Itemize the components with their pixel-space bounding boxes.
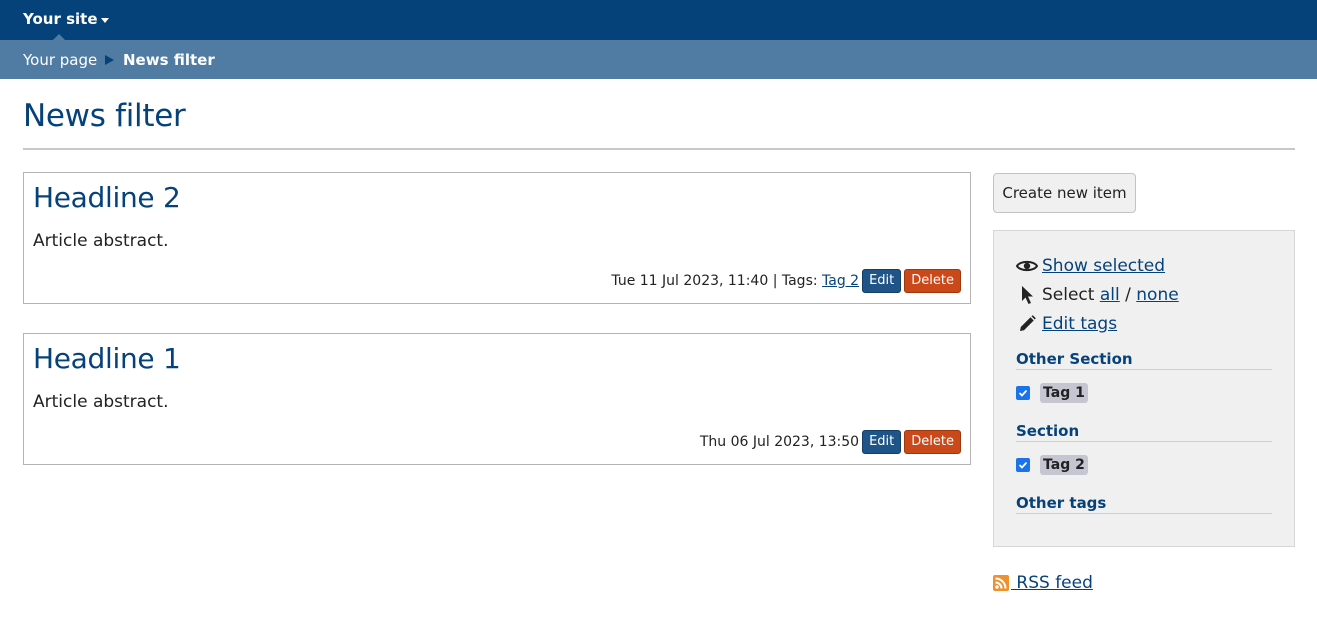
tag-label[interactable]: Tag 2 [1040,455,1088,475]
tag-checkbox[interactable] [1016,458,1030,472]
show-selected-link[interactable]: Show selected [1042,256,1165,276]
article-abstract: Article abstract. [33,231,169,251]
select-all-link[interactable]: all [1100,285,1120,305]
top-navigation-bar: Your site [0,0,1317,40]
breadcrumb: Your page News filter [0,40,1317,119]
edit-button[interactable]: Edit [862,269,902,293]
article-card: Headline 2 Article abstract. Tue 11 Jul … [23,172,971,304]
select-none-link[interactable]: none [1136,285,1178,305]
tag-label[interactable]: Tag 1 [1040,383,1088,403]
edit-tags-row: Edit tags [1016,314,1117,334]
edit-tags-link[interactable]: Edit tags [1042,314,1117,334]
article-tag-link[interactable]: Tag 2 [822,273,859,289]
breadcrumb-separator-icon [105,55,114,65]
edit-button[interactable]: Edit [862,430,902,454]
page-title: News filter [23,98,186,134]
site-menu-dropdown[interactable]: Your site [23,10,109,28]
article-headline[interactable]: Headline 1 [33,342,181,375]
article-date: Thu 06 Jul 2023, 13:50 [699,434,860,450]
breadcrumb-link-parent[interactable]: Your page [23,51,97,69]
section-title: Other Section [1016,350,1272,370]
eye-icon [1016,256,1038,276]
rss-feed-link[interactable]: RSS feed [1011,573,1093,593]
delete-button[interactable]: Delete [904,430,961,454]
title-divider [23,148,1295,150]
site-menu-label: Your site [23,10,98,28]
article-abstract: Article abstract. [33,392,169,412]
article-meta: Tue 11 Jul 2023, 11:40 | Tags: Tag 2 Edi… [611,269,961,293]
select-separator: / [1119,285,1137,305]
article-meta: Thu 06 Jul 2023, 13:50 Edit Delete [700,430,961,454]
select-prefix: Select [1042,285,1100,305]
tag-checkbox[interactable] [1016,386,1030,400]
section-title: Other tags [1016,494,1272,514]
caret-down-icon [100,17,109,23]
section-title: Section [1016,422,1272,442]
pencil-icon [1016,314,1038,334]
delete-button[interactable]: Delete [904,269,961,293]
tag-filter-panel: Show selected Select all / none Edit tag… [993,230,1295,547]
article-tags-prefix: | Tags: [768,273,823,289]
rss-icon[interactable] [993,575,1009,591]
tag-row: Tag 1 [1016,383,1088,403]
rss-feed-row: RSS feed [993,573,1093,593]
tag-row: Tag 2 [1016,455,1088,475]
select-row: Select all / none [1016,285,1179,305]
article-card: Headline 1 Article abstract. Thu 06 Jul … [23,333,971,465]
show-selected-row: Show selected [1016,256,1165,276]
breadcrumb-current: News filter [123,51,215,69]
article-headline[interactable]: Headline 2 [33,181,181,214]
pointer-icon [1016,285,1038,305]
breadcrumb-pointer-notch [626,112,640,119]
create-new-item-button[interactable]: Create new item [993,173,1136,213]
article-date: Tue 11 Jul 2023, 11:40 [611,273,769,289]
